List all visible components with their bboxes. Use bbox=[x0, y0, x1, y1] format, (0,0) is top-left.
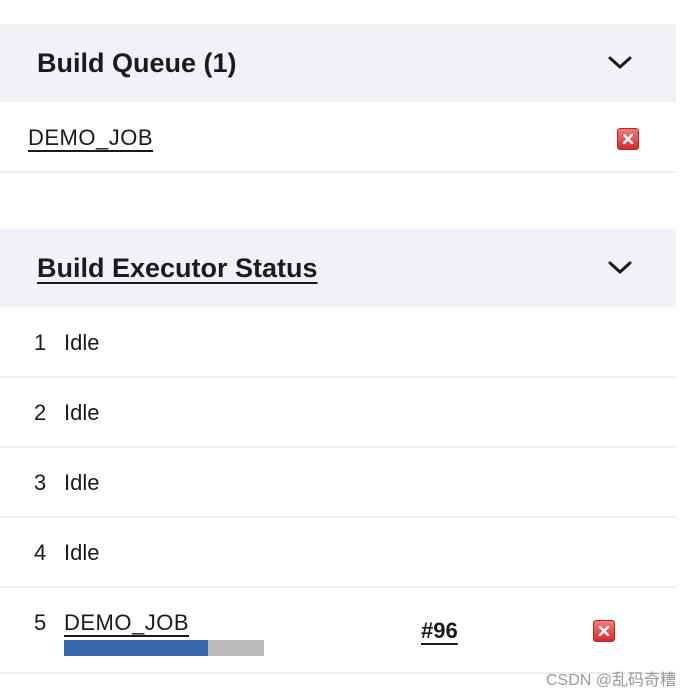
chevron-down-icon[interactable] bbox=[606, 256, 634, 280]
watermark-text: CSDN @乱码奇糟 bbox=[545, 672, 676, 689]
executor-number: 3 bbox=[34, 470, 47, 495]
executor-number: 5 bbox=[34, 610, 47, 635]
chevron-down-icon[interactable] bbox=[606, 51, 634, 75]
build-queue-header: Build Queue (1) bbox=[0, 24, 676, 102]
executor-state: Idle bbox=[64, 400, 100, 425]
build-progress-bar bbox=[64, 640, 264, 656]
executor-row: 2 Idle bbox=[0, 377, 676, 448]
executor-number: 4 bbox=[34, 540, 47, 565]
executor-state: Idle bbox=[64, 470, 100, 495]
cancel-x-icon[interactable] bbox=[593, 620, 615, 642]
executor-number: 2 bbox=[34, 400, 47, 425]
executor-job-link[interactable]: DEMO_JOB bbox=[64, 610, 189, 636]
executor-state: Idle bbox=[64, 540, 100, 565]
queue-job-link[interactable]: DEMO_JOB bbox=[28, 125, 153, 151]
build-progress-fill bbox=[64, 640, 208, 656]
build-number-link[interactable]: #96 bbox=[421, 618, 458, 644]
executor-status-title[interactable]: Build Executor Status bbox=[37, 253, 318, 283]
executor-state: Idle bbox=[64, 330, 100, 355]
executor-row: 1 Idle bbox=[0, 307, 676, 378]
executor-status-header: Build Executor Status bbox=[0, 229, 676, 307]
build-queue-title: Build Queue (1) bbox=[37, 48, 237, 78]
build-queue-item: DEMO_JOB bbox=[0, 102, 676, 173]
executor-row: 4 Idle bbox=[0, 517, 676, 588]
cancel-x-icon[interactable] bbox=[617, 128, 639, 150]
executor-number: 1 bbox=[34, 330, 47, 355]
executor-row: 3 Idle bbox=[0, 447, 676, 518]
executor-row-busy: 5 DEMO_JOB bbox=[0, 587, 676, 674]
